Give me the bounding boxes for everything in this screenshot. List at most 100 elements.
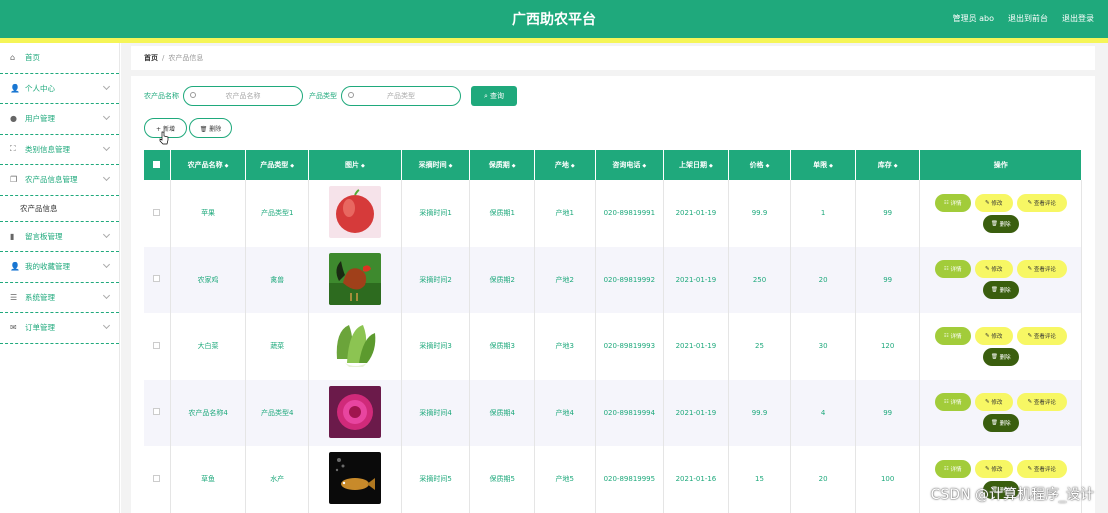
chevron-down-icon [102, 112, 111, 121]
sidebar-item[interactable]: ☰ 系统管理 [0, 283, 119, 313]
table-row[interactable]: 农产品名称4 产品类型4 采摘时间4 保质期4 产地4 020-89819994 2021-… [144, 379, 1082, 446]
sort-icon[interactable]: ◆ [894, 163, 898, 169]
sidebar-item[interactable]: ▮ 留言板管理 [0, 222, 119, 252]
row-delete-button[interactable]: 🗑 删除 [982, 347, 1019, 366]
column-header[interactable]: 农产品名称 ◆ [170, 150, 247, 180]
cell-stock: 99 [855, 246, 921, 313]
column-header[interactable]: 库存 ◆ [855, 150, 921, 180]
chevron-down-icon [102, 230, 111, 238]
view-review-button[interactable]: ✎ 查看评论 [1016, 393, 1067, 412]
row-checkbox[interactable] [153, 275, 161, 283]
sidebar-subitem-product-info[interactable]: 农产品信息 [0, 195, 119, 222]
row-delete-button[interactable]: 🗑 删除 [982, 214, 1019, 233]
sidebar-item[interactable]: ✉ 订单管理 [0, 313, 119, 344]
sort-icon[interactable]: ◆ [512, 163, 516, 169]
edit-button[interactable]: ✎ 修改 [974, 326, 1013, 345]
sort-icon[interactable]: ◆ [829, 163, 833, 169]
breadcrumb-separator: / [162, 54, 165, 62]
detail-button[interactable]: ☷ 详情 [934, 193, 971, 212]
table-row[interactable]: 大白菜 蔬菜 采摘时间3 保质期3 产地3 020-89819993 2021-01-19 2… [144, 313, 1082, 380]
sidebar-item[interactable]: ❐ 农产品信息管理 [0, 165, 119, 196]
column-header-label: 价格 [749, 161, 764, 169]
watermark: CSDN @计算机程序_设计 [930, 487, 1094, 503]
action-bar: + 新增 🗑 删除 [144, 118, 232, 138]
sidebar-item[interactable]: ● 用户管理 [0, 104, 119, 135]
table-row[interactable]: 农家鸡 禽兽 采摘时间2 保质期2 产地2 020-89819992 2021-01-19 2… [144, 246, 1082, 313]
cell-pick: 采摘时间2 [401, 246, 471, 313]
query-button[interactable]: ⌕ 查询 [471, 86, 517, 106]
cell-date: 2021-01-16 [663, 446, 729, 513]
row-actions: ☷ 详情 ✎ 修改 ✎ 查看评论 🗑 删除 [926, 193, 1076, 233]
sort-icon[interactable]: ◆ [766, 163, 770, 169]
edit-button[interactable]: ✎ 修改 [974, 393, 1013, 412]
sidebar-item-label: 个人中心 [25, 83, 55, 93]
column-header[interactable]: 保质期 ◆ [469, 150, 535, 180]
logout-link[interactable]: 退出登录 [1062, 13, 1094, 24]
delete-button[interactable]: 🗑 删除 [189, 118, 232, 138]
view-review-label: 查看评论 [1033, 400, 1056, 407]
edit-button[interactable]: ✎ 修改 [974, 459, 1013, 478]
cell-shelf: 保质期4 [469, 379, 535, 446]
column-header[interactable]: 上架日期 ◆ [663, 150, 729, 180]
sort-icon[interactable]: ◆ [642, 163, 646, 169]
sidebar-item[interactable]: 👤 个人中心 [0, 74, 119, 104]
type-search-input[interactable]: 产品类型 [341, 86, 461, 106]
breadcrumb-home[interactable]: 首页 [144, 53, 158, 63]
cell-type: 禽兽 [245, 246, 309, 313]
cell-pick: 采摘时间3 [401, 313, 471, 380]
row-checkbox[interactable] [153, 208, 161, 216]
home-icon: ⌂ [10, 53, 16, 63]
table-row[interactable]: 苹果 产品类型1 采摘时间1 保质期1 产地1 020-89819991 2021-01-1… [144, 180, 1082, 247]
sort-icon[interactable]: ◆ [225, 163, 229, 169]
detail-button[interactable]: ☷ 详情 [934, 393, 971, 412]
sidebar-item[interactable]: 👤 我的收藏管理 [0, 252, 119, 283]
detail-button[interactable]: ☷ 详情 [934, 459, 971, 478]
row-delete-button[interactable]: 🗑 删除 [982, 414, 1019, 433]
name-search-input[interactable]: 农产品名称 [183, 86, 303, 106]
view-review-button[interactable]: ✎ 查看评论 [1016, 260, 1067, 279]
column-header[interactable]: 产品类型 ◆ [245, 150, 309, 180]
detail-icon: ☷ [943, 332, 951, 339]
column-header[interactable]: 产地 ◆ [534, 150, 596, 180]
cell-limit: 4 [790, 379, 856, 446]
sort-icon[interactable]: ◆ [449, 163, 453, 169]
edit-label: 修改 [991, 466, 1003, 473]
back-to-front-link[interactable]: 退出到前台 [1008, 13, 1048, 24]
sidebar-item[interactable]: ⌂ 首页 [0, 43, 119, 74]
sort-icon[interactable]: ◆ [709, 163, 713, 169]
view-review-button[interactable]: ✎ 查看评论 [1016, 459, 1067, 478]
column-header-label: 产品类型 [260, 161, 289, 169]
user-icon: 👤 [10, 83, 20, 93]
chevron-down-icon [102, 260, 111, 269]
sidebar-item[interactable]: ⛶ 类别信息管理 [0, 135, 119, 165]
detail-button[interactable]: ☷ 详情 [934, 260, 971, 279]
edit-button[interactable]: ✎ 修改 [974, 193, 1013, 212]
cell-type: 产品类型4 [245, 379, 309, 446]
sidebar-item-label: 系统管理 [25, 292, 55, 302]
column-header[interactable]: 咨询电话 ◆ [595, 150, 665, 180]
cell-name: 苹果 [170, 180, 247, 247]
row-select-cell [144, 180, 171, 247]
detail-icon: ☷ [943, 399, 951, 406]
row-delete-button[interactable]: 🗑 删除 [982, 281, 1019, 300]
column-header[interactable]: 单限 ◆ [790, 150, 856, 180]
row-checkbox[interactable] [153, 408, 161, 416]
column-header-label: 图片 [344, 161, 359, 169]
view-review-button[interactable]: ✎ 查看评论 [1016, 193, 1067, 212]
column-header[interactable]: 价格 ◆ [728, 150, 792, 180]
header-links: 管理员 abo 退出到前台 退出登录 [953, 13, 1094, 24]
column-header[interactable]: 采摘时间 ◆ [401, 150, 471, 180]
cell-date: 2021-01-19 [663, 246, 729, 313]
sort-icon[interactable]: ◆ [571, 163, 575, 169]
sort-icon[interactable]: ◆ [290, 163, 294, 169]
copy-icon: ❐ [10, 175, 18, 185]
row-checkbox[interactable] [153, 474, 161, 482]
row-checkbox[interactable] [153, 341, 161, 349]
column-header[interactable]: 图片 ◆ [308, 150, 402, 180]
column-header-label: 产地 [554, 161, 569, 169]
view-review-button[interactable]: ✎ 查看评论 [1016, 326, 1067, 345]
select-all-checkbox[interactable] [153, 160, 161, 168]
detail-button[interactable]: ☷ 详情 [934, 326, 971, 345]
edit-button[interactable]: ✎ 修改 [974, 260, 1013, 279]
sort-icon[interactable]: ◆ [361, 163, 365, 169]
